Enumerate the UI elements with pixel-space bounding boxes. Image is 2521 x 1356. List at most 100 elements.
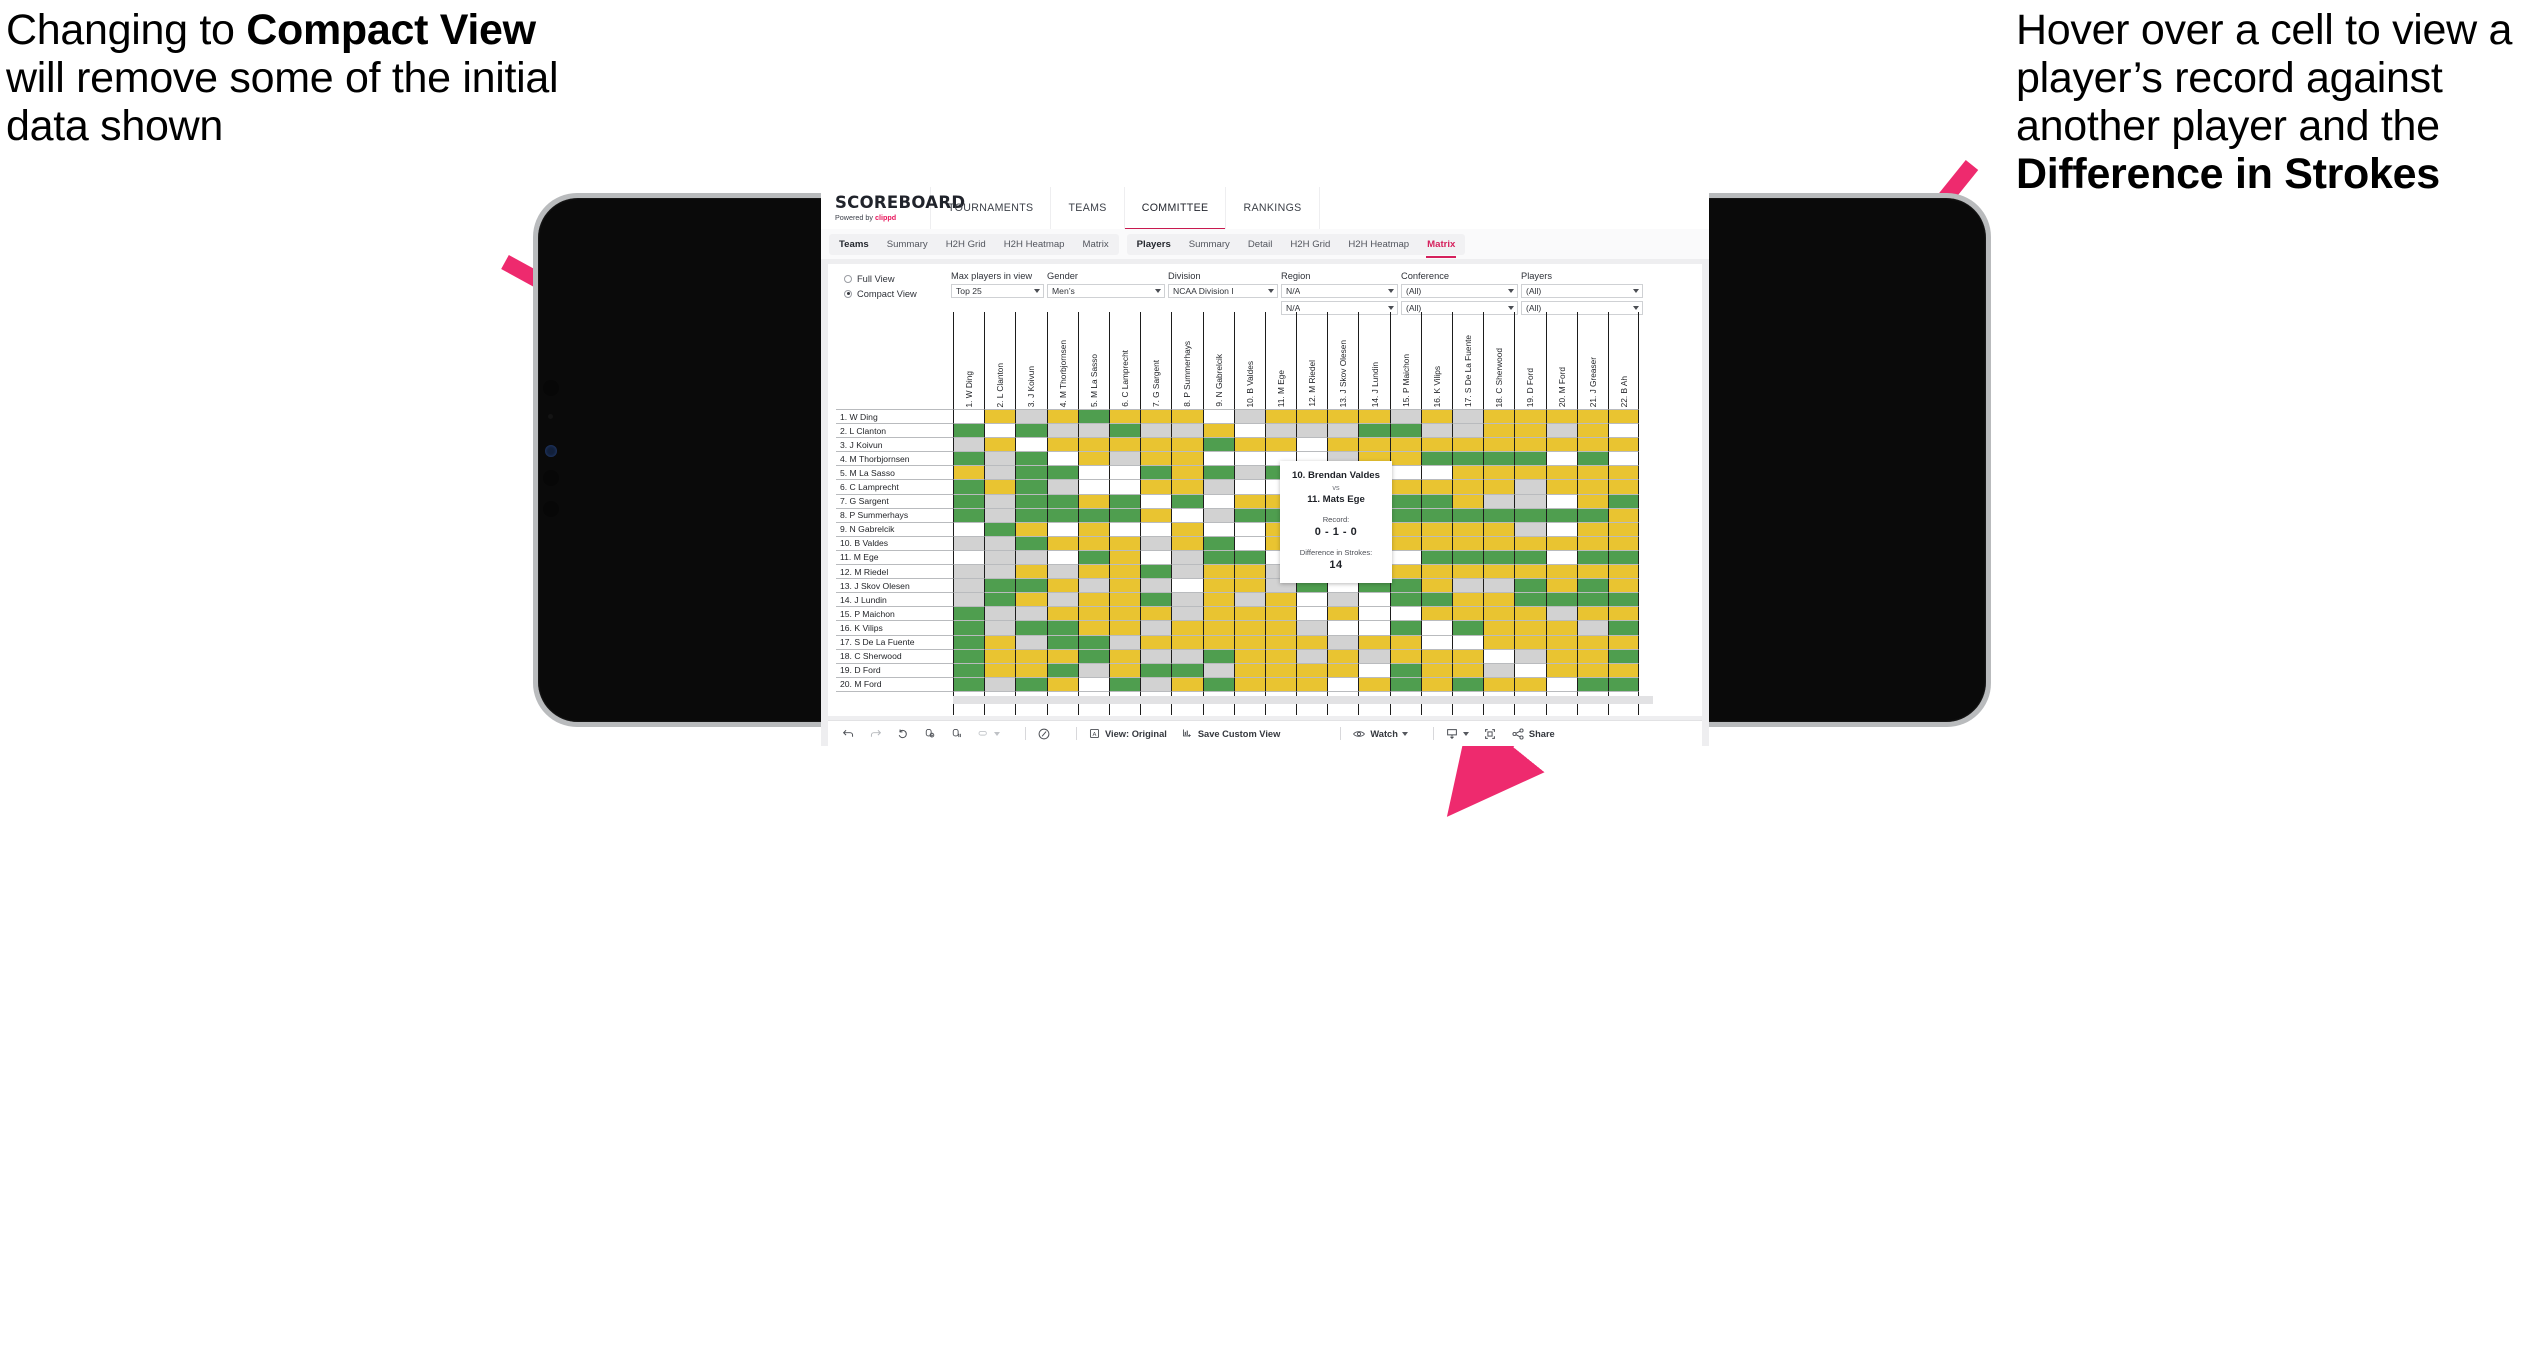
matrix-cell[interactable]	[984, 634, 1016, 649]
matrix-cell[interactable]	[1296, 409, 1328, 424]
matrix-cell[interactable]	[1358, 662, 1390, 677]
matrix-cell[interactable]	[953, 451, 985, 466]
matrix-cell[interactable]	[1483, 451, 1515, 466]
subnav-teams-h2h-grid[interactable]: H2H Grid	[937, 234, 995, 255]
matrix-cell[interactable]	[984, 606, 1016, 621]
matrix-cell[interactable]	[1545, 662, 1577, 677]
matrix-cell[interactable]	[1483, 507, 1515, 522]
matrix-cell[interactable]	[1389, 648, 1421, 663]
matrix-cell[interactable]	[1576, 535, 1608, 550]
matrix-cell[interactable]	[1233, 507, 1265, 522]
matrix-cell[interactable]	[953, 437, 985, 452]
matrix-cell[interactable]	[1545, 479, 1577, 494]
matrix-cell[interactable]	[1545, 535, 1577, 550]
matrix-cell[interactable]	[1545, 493, 1577, 508]
matrix-cell[interactable]	[1452, 507, 1484, 522]
matrix-cell[interactable]	[1452, 676, 1484, 691]
matrix-cell[interactable]	[1420, 634, 1452, 649]
matrix-cell[interactable]	[1202, 493, 1234, 508]
matrix-cell[interactable]	[1514, 648, 1546, 663]
matrix-cell[interactable]	[1046, 535, 1078, 550]
matrix-cell[interactable]	[1233, 662, 1265, 677]
matrix-cell[interactable]	[1514, 465, 1546, 480]
matrix-cell[interactable]	[1327, 423, 1359, 438]
matrix-cell[interactable]	[1046, 648, 1078, 663]
matrix-cell[interactable]	[1264, 676, 1297, 691]
matrix-cell[interactable]	[1108, 648, 1141, 663]
matrix-cell[interactable]	[1202, 507, 1234, 522]
matrix-cell[interactable]	[1046, 423, 1078, 438]
matrix-cell[interactable]	[1108, 423, 1141, 438]
matrix-cell[interactable]	[984, 507, 1016, 522]
matrix-cell[interactable]	[1576, 493, 1608, 508]
matrix-cell[interactable]	[1015, 578, 1047, 593]
matrix-cell[interactable]	[1171, 409, 1203, 424]
matrix-cell[interactable]	[1108, 549, 1141, 565]
matrix-cell[interactable]	[1607, 564, 1640, 579]
matrix-cell[interactable]	[1545, 451, 1577, 466]
matrix-cell[interactable]	[1046, 564, 1078, 579]
matrix-cell[interactable]	[984, 592, 1016, 607]
matrix-cell[interactable]	[1576, 507, 1608, 522]
matrix-cell[interactable]	[1389, 437, 1421, 452]
matrix-cell[interactable]	[1483, 676, 1515, 691]
matrix-cell[interactable]	[1389, 634, 1421, 649]
matrix-cell[interactable]	[1015, 423, 1047, 438]
matrix-cell[interactable]	[1576, 549, 1608, 565]
matrix-cell[interactable]	[1514, 535, 1546, 550]
app-logo[interactable]: SCOREBOARD Powered by clippd	[821, 187, 965, 229]
matrix-cell[interactable]	[1514, 564, 1546, 579]
matrix-cell[interactable]	[1233, 409, 1265, 424]
revert-button[interactable]	[896, 727, 909, 740]
matrix-cell[interactable]	[1202, 676, 1234, 691]
matrix-cell[interactable]	[1140, 423, 1172, 438]
matrix-cell[interactable]	[1452, 465, 1484, 480]
matrix-cell[interactable]	[1420, 437, 1452, 452]
matrix-cell[interactable]	[1077, 507, 1109, 522]
matrix-cell[interactable]	[984, 648, 1016, 663]
radio-compact-view[interactable]: Compact View	[844, 287, 917, 300]
matrix-cell[interactable]	[1077, 493, 1109, 508]
matrix-cell[interactable]	[1046, 521, 1078, 536]
matrix-cell[interactable]	[1358, 634, 1390, 649]
matrix-cell[interactable]	[1108, 507, 1141, 522]
matrix-cell[interactable]	[1389, 564, 1421, 579]
share-button[interactable]: Share	[1511, 727, 1555, 741]
matrix-cell[interactable]	[1327, 648, 1359, 663]
matrix-cell[interactable]	[1015, 451, 1047, 466]
matrix-cell[interactable]	[984, 465, 1016, 480]
matrix-cell[interactable]	[1140, 606, 1172, 621]
matrix-cell[interactable]	[1140, 493, 1172, 508]
matrix-cell[interactable]	[1015, 465, 1047, 480]
subnav-players-matrix[interactable]: Matrix	[1418, 234, 1464, 258]
matrix-cell[interactable]	[1607, 423, 1640, 438]
matrix-cell[interactable]	[1171, 578, 1203, 593]
matrix-cell[interactable]	[1171, 549, 1203, 565]
matrix-cell[interactable]	[1576, 409, 1608, 424]
matrix-cell[interactable]	[1140, 564, 1172, 579]
matrix-cell[interactable]	[1452, 409, 1484, 424]
matrix-cell[interactable]	[1233, 521, 1265, 536]
subnav-players-h2h-grid[interactable]: H2H Grid	[1281, 234, 1339, 255]
matrix-cell[interactable]	[1514, 507, 1546, 522]
matrix-cell[interactable]	[1202, 409, 1234, 424]
matrix-cell[interactable]	[1514, 549, 1546, 565]
matrix-cell[interactable]	[1140, 437, 1172, 452]
matrix-cell[interactable]	[1108, 535, 1141, 550]
matrix-cell[interactable]	[1171, 662, 1203, 677]
matrix-cell[interactable]	[1452, 648, 1484, 663]
help-button[interactable]	[1037, 727, 1051, 741]
matrix-cell[interactable]	[1046, 507, 1078, 522]
matrix-cell[interactable]	[1171, 535, 1203, 550]
matrix-cell[interactable]	[1327, 634, 1359, 649]
matrix-cell[interactable]	[1607, 662, 1640, 677]
matrix-cell[interactable]	[1576, 479, 1608, 494]
matrix-cell[interactable]	[1420, 465, 1452, 480]
matrix-cell[interactable]	[1576, 634, 1608, 649]
matrix-cell[interactable]	[1514, 662, 1546, 677]
matrix-cell[interactable]	[1483, 437, 1515, 452]
matrix-cell[interactable]	[1046, 662, 1078, 677]
matrix-cell[interactable]	[1233, 578, 1265, 593]
matrix-cell[interactable]	[953, 648, 985, 663]
matrix-cell[interactable]	[1514, 634, 1546, 649]
